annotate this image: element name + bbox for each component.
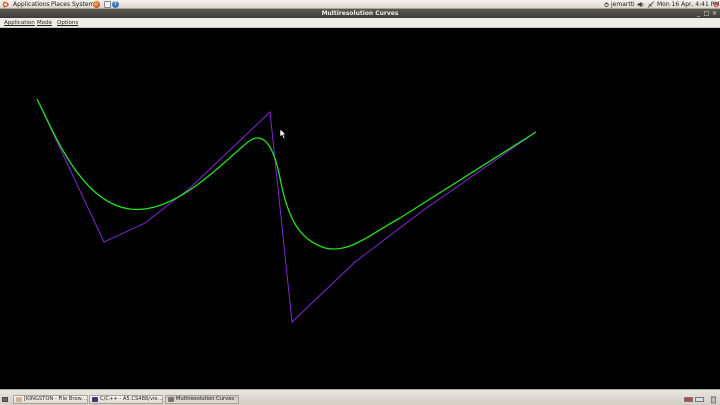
shutdown-icon[interactable] [713, 1, 719, 8]
folder-icon [16, 397, 22, 402]
eclipse-icon [92, 397, 98, 402]
close-button[interactable]: × [711, 10, 718, 17]
firefox-icon[interactable] [93, 1, 100, 8]
top-panel: Applications Places System ? jemartti Mo… [0, 0, 720, 9]
mail-icon[interactable] [104, 1, 111, 8]
task-label: Multiresolution Curves [176, 396, 235, 402]
canvas-background [0, 28, 720, 389]
taskbar-item-multiresolution-curves[interactable]: Multiresolution Curves [165, 395, 239, 404]
taskbar-item-file-browser[interactable]: [KINGSTON - File Brow… [13, 395, 88, 404]
maximize-button[interactable]: □ [703, 10, 710, 17]
window-icon [168, 397, 174, 402]
minimize-button[interactable]: _ [695, 10, 702, 17]
system-menu[interactable]: System [72, 0, 94, 9]
show-desktop-icon[interactable] [2, 397, 8, 402]
menu-options[interactable]: Options [57, 18, 78, 28]
menu-application[interactable]: Application [4, 18, 35, 28]
volume-icon[interactable] [637, 1, 645, 8]
workspace-switcher[interactable] [684, 397, 693, 402]
power-icon[interactable] [604, 2, 609, 7]
task-label: [KINGSTON - File Brow… [24, 396, 87, 402]
network-icon[interactable] [647, 1, 655, 8]
bottom-panel: [KINGSTON - File Brow… C/C++ - A5.CS488/… [0, 389, 720, 405]
ubuntu-logo-icon[interactable] [2, 1, 9, 8]
window-title: Multiresolution Curves [321, 10, 399, 17]
trash-icon[interactable] [710, 395, 717, 404]
help-icon[interactable]: ? [112, 1, 119, 8]
menu-mode[interactable]: Mode [37, 18, 52, 28]
window-title-bar[interactable]: Multiresolution Curves _ □ × [0, 9, 720, 18]
taskbar-item-eclipse[interactable]: C/C++ - A5.CS488/vie… [89, 395, 163, 404]
drawing-canvas[interactable] [0, 28, 720, 389]
task-label: C/C++ - A5.CS488/vie… [100, 396, 163, 402]
clock[interactable]: Mon 16 Apr, 4:41 PM [657, 0, 719, 9]
applications-menu[interactable]: Applications [13, 0, 50, 9]
places-menu[interactable]: Places [51, 0, 70, 9]
user-name[interactable]: jemartti [611, 0, 635, 9]
workspace-switcher-2[interactable] [695, 397, 704, 402]
menu-bar: Application Mode Options [0, 18, 720, 28]
